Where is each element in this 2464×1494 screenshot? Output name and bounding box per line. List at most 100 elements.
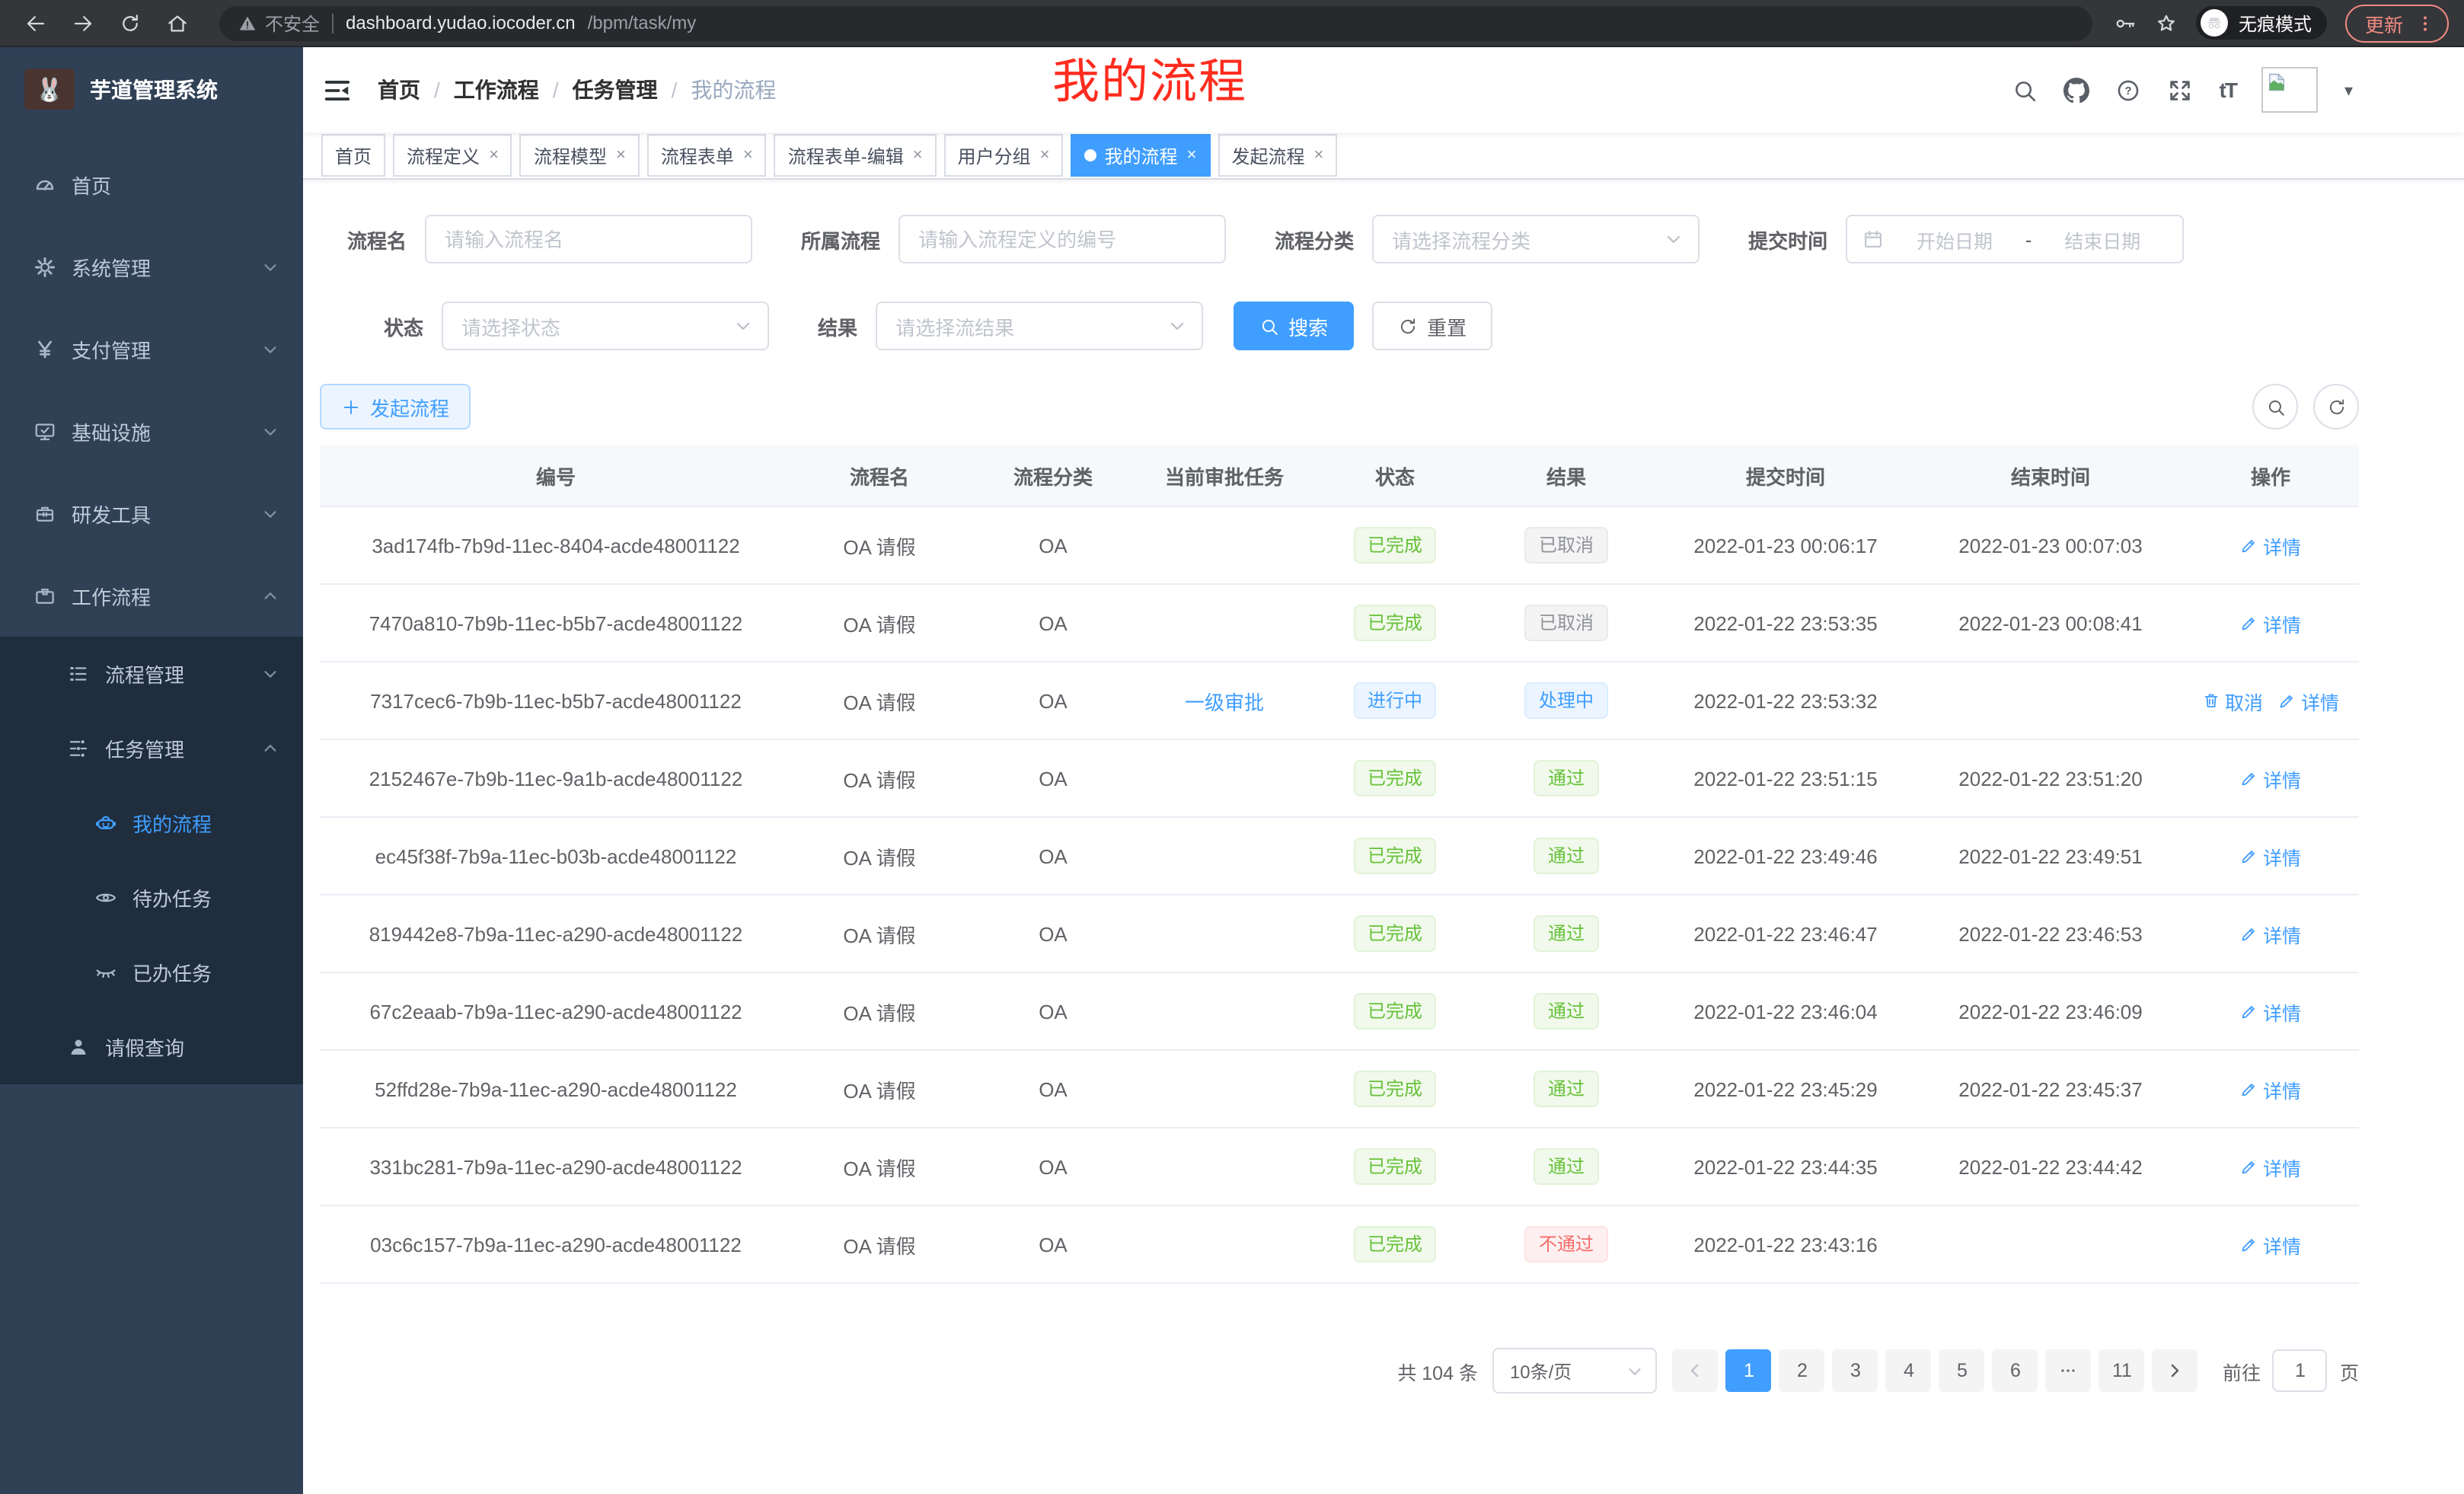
reset-button[interactable]: 重置 <box>1372 302 1492 350</box>
cell-actions: 取消详情 <box>2182 662 2359 739</box>
active-dot <box>1085 149 1097 161</box>
cell-submit-time: 2022-01-22 23:51:15 <box>1652 739 1919 817</box>
chrome-update-button[interactable]: 更新 <box>2345 4 2449 42</box>
user-caret-down-icon[interactable]: ▾ <box>2344 80 2353 100</box>
sidebar-item-label: 待办任务 <box>132 883 212 912</box>
sidebar-item-研发工具[interactable]: 研发工具 <box>0 472 303 554</box>
page-size-select[interactable]: 10条/页 <box>1493 1348 1658 1393</box>
page-button-6[interactable]: 6 <box>1993 1349 2038 1392</box>
close-icon[interactable]: × <box>743 146 753 164</box>
github-icon[interactable] <box>2064 77 2090 103</box>
avatar[interactable] <box>2262 67 2319 113</box>
page-button-1[interactable]: 1 <box>1726 1349 1772 1392</box>
tag-view-流程模型[interactable]: 流程模型× <box>520 134 640 177</box>
eye-icon <box>94 886 117 909</box>
chrome-menu-icon[interactable] <box>2415 13 2435 33</box>
cancel-link[interactable]: 取消 <box>2202 686 2263 715</box>
detail-link[interactable]: 详情 <box>2240 531 2301 560</box>
detail-link[interactable]: 详情 <box>2240 1230 2301 1259</box>
hamburger-icon[interactable] <box>323 75 352 104</box>
sidebar-item-工作流程[interactable]: 工作流程 <box>0 554 303 637</box>
detail-link[interactable]: 详情 <box>2278 686 2339 715</box>
tag-view-我的流程[interactable]: 我的流程× <box>1071 134 1211 177</box>
page-button-3[interactable]: 3 <box>1833 1349 1878 1392</box>
detail-link[interactable]: 详情 <box>2240 764 2301 793</box>
cell-result: 通过 <box>1480 739 1652 817</box>
sidebar-item-我的流程[interactable]: 我的流程 <box>0 786 303 860</box>
close-icon[interactable]: × <box>913 146 923 164</box>
detail-link[interactable]: 详情 <box>2240 608 2301 637</box>
detail-link[interactable]: 详情 <box>2240 919 2301 948</box>
more-pages-button[interactable] <box>2046 1349 2092 1392</box>
cell-process-name: OA 请假 <box>792 1205 967 1283</box>
goto-page-input[interactable] <box>2273 1349 2328 1392</box>
prev-page-button[interactable] <box>1673 1349 1719 1392</box>
tag-view-用户分组[interactable]: 用户分组× <box>944 134 1064 177</box>
browser-back-icon[interactable] <box>24 11 47 34</box>
close-icon[interactable]: × <box>1187 146 1197 164</box>
close-icon[interactable]: × <box>1313 146 1323 164</box>
help-icon[interactable]: ? <box>2116 77 2142 103</box>
robot-icon <box>94 812 117 835</box>
sidebar-item-基础设施[interactable]: 基础设施 <box>0 390 303 472</box>
tag-view-首页[interactable]: 首页 <box>321 134 385 177</box>
search-icon <box>2265 397 2285 417</box>
task-link[interactable]: 一级审批 <box>1185 691 1264 713</box>
page-button-11[interactable]: 11 <box>2099 1349 2145 1392</box>
tag-view-发起流程[interactable]: 发起流程× <box>1218 134 1337 177</box>
incognito-icon <box>2205 14 2223 32</box>
cell-result: 通过 <box>1480 1050 1652 1128</box>
create-process-button[interactable]: 发起流程 <box>320 384 471 429</box>
font-size-icon[interactable]: tT <box>2220 78 2236 102</box>
column-header: 状态 <box>1310 445 1480 506</box>
close-icon[interactable]: × <box>616 146 626 164</box>
edit-icon <box>2240 1157 2258 1176</box>
breadcrumb-item[interactable]: 首页 <box>378 75 420 105</box>
detail-link[interactable]: 详情 <box>2240 841 2301 870</box>
close-icon[interactable]: × <box>1040 146 1050 164</box>
process-name-input[interactable] <box>425 215 752 263</box>
sidebar-item-系统管理[interactable]: 系统管理 <box>0 225 303 308</box>
sidebar-item-待办任务[interactable]: 待办任务 <box>0 860 303 935</box>
status-select[interactable]: 请选择状态 <box>442 302 769 350</box>
breadcrumb-item[interactable]: 工作流程 <box>454 75 539 105</box>
sidebar-item-请假查询[interactable]: 请假查询 <box>0 1010 303 1084</box>
browser-home-icon[interactable] <box>166 11 189 34</box>
browser-forward-icon[interactable] <box>72 11 94 34</box>
category-select[interactable]: 请选择流程分类 <box>1372 215 1700 263</box>
chevron-up-icon <box>262 740 279 757</box>
column-header: 操作 <box>2182 445 2359 506</box>
close-icon[interactable]: × <box>489 146 499 164</box>
sidebar-item-任务管理[interactable]: 任务管理 <box>0 711 303 786</box>
sidebar-item-已办任务[interactable]: 已办任务 <box>0 935 303 1010</box>
tag-view-流程表单[interactable]: 流程表单× <box>647 134 767 177</box>
page-button-2[interactable]: 2 <box>1779 1349 1825 1392</box>
address-bar[interactable]: 不安全 dashboard.yudao.iocoder.cn/bpm/task/… <box>219 5 2092 40</box>
header-search-icon[interactable] <box>2012 77 2038 103</box>
toggle-search-button[interactable] <box>2252 384 2298 429</box>
search-button[interactable]: 搜索 <box>1234 302 1354 350</box>
tag-view-流程定义[interactable]: 流程定义× <box>393 134 512 177</box>
sidebar-item-流程管理[interactable]: 流程管理 <box>0 637 303 711</box>
process-definition-input[interactable] <box>898 215 1226 263</box>
detail-link[interactable]: 详情 <box>2240 997 2301 1026</box>
tag-view-流程表单-编辑[interactable]: 流程表单-编辑× <box>774 134 937 177</box>
detail-link[interactable]: 详情 <box>2240 1074 2301 1103</box>
cell-status: 已完成 <box>1310 739 1480 817</box>
page-button-5[interactable]: 5 <box>1939 1349 1985 1392</box>
browser-reload-icon[interactable] <box>119 11 142 34</box>
date-range-picker[interactable]: 开始日期 - 结束日期 <box>1846 215 2184 263</box>
sidebar-item-支付管理[interactable]: 支付管理 <box>0 308 303 390</box>
bookmark-star-icon[interactable] <box>2155 11 2178 34</box>
next-page-button[interactable] <box>2153 1349 2198 1392</box>
fullscreen-icon[interactable] <box>2168 77 2194 103</box>
page-button-4[interactable]: 4 <box>1886 1349 1932 1392</box>
detail-link[interactable]: 详情 <box>2240 1152 2301 1181</box>
sidebar-item-首页[interactable]: 首页 <box>0 143 303 225</box>
refresh-icon <box>2326 397 2346 417</box>
refresh-table-button[interactable] <box>2313 384 2359 429</box>
status-badge: 已完成 <box>1354 760 1436 796</box>
breadcrumb-item[interactable]: 任务管理 <box>573 75 658 105</box>
result-select[interactable]: 请选择流结果 <box>876 302 1203 350</box>
password-key-icon[interactable] <box>2114 11 2137 34</box>
